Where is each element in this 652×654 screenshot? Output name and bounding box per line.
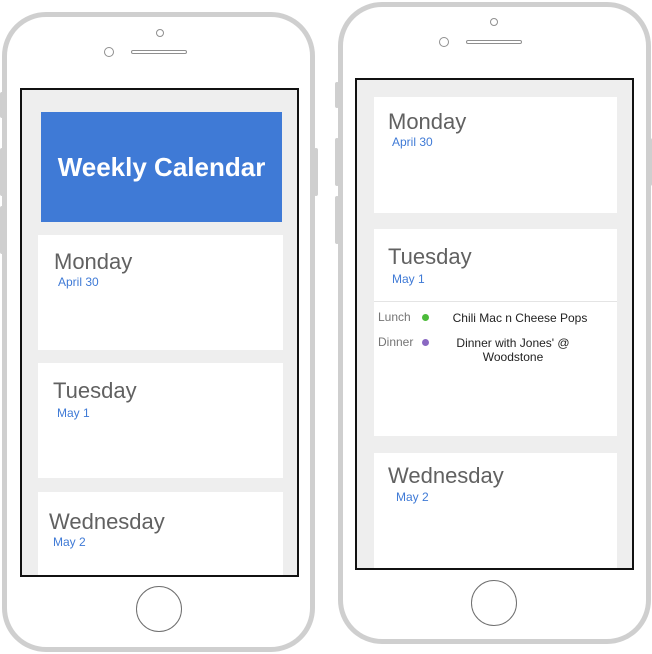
day-date: May 1	[392, 272, 425, 286]
right-phone-screen: Monday April 30 Tuesday May 1 Lunch Chil…	[355, 78, 634, 570]
day-card-monday[interactable]: Monday April 30	[38, 235, 283, 350]
day-date: May 1	[57, 406, 90, 420]
day-name: Tuesday	[53, 378, 137, 403]
calendar-header: Weekly Calendar	[41, 112, 282, 222]
day-name: Tuesday	[388, 244, 472, 269]
left-phone-speaker	[131, 50, 187, 54]
day-card-wednesday[interactable]: Wednesday May 2	[374, 453, 617, 568]
event-title: Chili Mac n Cheese Pops	[452, 311, 588, 325]
right-phone-camera	[439, 37, 449, 47]
right-phone-speaker	[466, 40, 522, 44]
day-date: April 30	[392, 135, 433, 149]
right-phone-side-button	[335, 82, 339, 108]
day-card-monday[interactable]: Monday April 30	[374, 97, 617, 213]
day-date: April 30	[58, 275, 99, 289]
day-card-tuesday[interactable]: Tuesday May 1	[38, 363, 283, 478]
day-name: Monday	[388, 109, 467, 134]
right-phone-volume-down	[335, 196, 339, 244]
left-phone-camera	[104, 47, 114, 57]
right-phone-front-sensor	[490, 18, 498, 26]
right-phone-power-button	[648, 138, 652, 186]
left-phone-front-sensor	[156, 29, 164, 37]
day-date: May 2	[396, 490, 429, 504]
dinner-dot-icon	[422, 339, 429, 346]
day-date: May 2	[53, 535, 86, 549]
day-card-tuesday-expanded[interactable]: Tuesday May 1 Lunch Chili Mac n Cheese P…	[374, 229, 617, 436]
day-name: Wednesday	[388, 463, 504, 488]
left-phone-power-button	[314, 148, 318, 196]
right-phone-home-button[interactable]	[471, 580, 517, 626]
left-phone-side-button	[0, 92, 4, 118]
left-phone-screen: Weekly Calendar Monday April 30 Tuesday …	[20, 88, 299, 577]
left-phone-volume-up	[0, 148, 4, 196]
day-name: Wednesday	[49, 509, 165, 534]
event-meal-label: Lunch	[378, 310, 411, 324]
left-phone-volume-down	[0, 206, 4, 254]
calendar-title: Weekly Calendar	[57, 151, 266, 182]
day-card-divider	[374, 301, 617, 302]
day-name: Monday	[54, 249, 133, 274]
right-phone-volume-up	[335, 138, 339, 186]
event-meal-label: Dinner	[378, 335, 414, 349]
left-phone-home-button[interactable]	[136, 586, 182, 632]
lunch-dot-icon	[422, 314, 429, 321]
day-card-wednesday[interactable]: Wednesday May 2	[38, 492, 283, 575]
event-title: Dinner with Jones' @ Woodstone	[456, 336, 570, 364]
